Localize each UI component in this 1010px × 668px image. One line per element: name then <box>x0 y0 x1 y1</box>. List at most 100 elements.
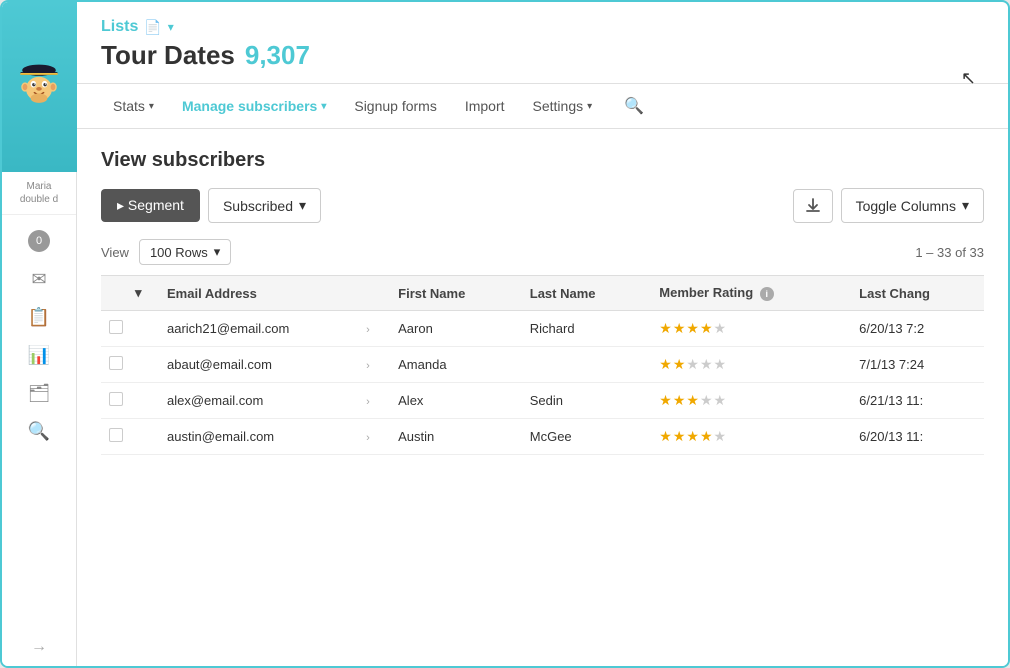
main-content: Lists 📄 ▾ Tour Dates 9,307 Stats ▾ Manag… <box>77 2 1008 666</box>
row-expand-arrow[interactable]: › <box>366 347 386 383</box>
rows-select[interactable]: 100 Rows ▾ <box>139 239 231 265</box>
rows-select-label: 100 Rows <box>150 245 208 260</box>
nav-item-stats[interactable]: Stats ▾ <box>101 84 166 128</box>
sidebar-item-document[interactable]: 📋 <box>17 299 61 335</box>
star-filled: ★ <box>659 392 672 409</box>
rating-col-label: Member Rating <box>659 285 753 300</box>
star-rating: ★★★★★ <box>659 320 835 337</box>
table-row[interactable]: austin@email.com›AustinMcGee★★★★★6/20/13… <box>101 419 984 455</box>
toggle-columns-button[interactable]: Toggle Columns ▾ <box>841 188 984 223</box>
star-rating: ★★★★★ <box>659 392 835 409</box>
subscribed-chevron: ▾ <box>299 197 306 214</box>
row-last-name: Richard <box>518 311 648 347</box>
star-rating: ★★★★★ <box>659 356 835 373</box>
row-email[interactable]: aarich21@email.com <box>155 311 366 347</box>
star-filled: ★ <box>673 392 686 409</box>
star-filled: ★ <box>673 428 686 445</box>
row-email[interactable]: alex@email.com <box>155 383 366 419</box>
download-icon <box>804 197 822 215</box>
expand-icon: › <box>366 432 370 444</box>
sidebar-item-card[interactable]: 🗂 <box>17 375 61 411</box>
star-filled: ★ <box>686 392 699 409</box>
th-rating[interactable]: Member Rating i <box>647 276 847 311</box>
row-expand-arrow[interactable]: › <box>366 419 386 455</box>
sidebar-bottom: → <box>31 628 47 666</box>
row-checkbox[interactable] <box>109 356 123 370</box>
th-sort-arrow[interactable]: ▾ <box>135 276 155 311</box>
search-icon: 🔍 <box>624 98 644 115</box>
table-header: ▾ Email Address First Name Last Nam <box>101 276 984 311</box>
star-filled: ★ <box>659 356 672 373</box>
row-last-name: Sedin <box>518 383 648 419</box>
content-area: View subscribers ▸ Segment Subscribed ▾ <box>77 129 1008 666</box>
subscribers-table: ▾ Email Address First Name Last Nam <box>101 275 984 455</box>
row-last-changed: 6/20/13 11: <box>847 419 984 455</box>
table-row[interactable]: alex@email.com›AlexSedin★★★★★6/21/13 11: <box>101 383 984 419</box>
settings-chevron: ▾ <box>587 101 592 112</box>
signup-forms-label: Signup forms <box>354 98 436 114</box>
sidebar-badge-item[interactable]: 0 <box>17 223 61 259</box>
th-first-name[interactable]: First Name <box>386 276 518 311</box>
sidebar-user: Maria double d <box>2 172 76 215</box>
star-rating: ★★★★★ <box>659 428 835 445</box>
breadcrumb-dropdown-arrow[interactable]: ▾ <box>168 20 174 34</box>
nav-item-signup-forms[interactable]: Signup forms <box>342 84 448 128</box>
row-last-name <box>518 347 648 383</box>
star-filled: ★ <box>673 320 686 337</box>
sidebar-item-chart[interactable]: 📊 <box>17 337 61 373</box>
row-checkbox[interactable] <box>109 392 123 406</box>
star-empty: ★ <box>714 428 727 445</box>
table-row[interactable]: aarich21@email.com›AaronRichard★★★★★6/20… <box>101 311 984 347</box>
row-email[interactable]: austin@email.com <box>155 419 366 455</box>
sidebar-item-envelope[interactable]: ✉ <box>17 261 61 297</box>
th-last-name[interactable]: Last Name <box>518 276 648 311</box>
th-email[interactable]: Email Address <box>155 276 366 311</box>
email-col-label: Email Address <box>167 286 257 301</box>
row-expand-arrow[interactable]: › <box>366 311 386 347</box>
toolbar-right: Toggle Columns ▾ <box>793 188 984 223</box>
last-changed-col-label: Last Chang <box>859 286 930 301</box>
row-checkbox[interactable] <box>109 428 123 442</box>
nav-item-settings[interactable]: Settings ▾ <box>521 84 605 128</box>
expand-icon: › <box>366 396 370 408</box>
star-empty: ★ <box>714 392 727 409</box>
view-row: View 100 Rows ▾ 1 – 33 of 33 <box>101 239 984 265</box>
sidebar-item-search[interactable]: 🔍 <box>17 413 61 449</box>
nav-item-manage-subscribers[interactable]: Manage subscribers ▾ <box>170 84 338 128</box>
star-filled: ★ <box>700 320 713 337</box>
row-rating: ★★★★★ <box>647 347 847 383</box>
subscribed-button[interactable]: Subscribed ▾ <box>208 188 321 223</box>
subscribed-label: Subscribed <box>223 198 293 214</box>
segment-button[interactable]: ▸ Segment <box>101 189 200 222</box>
star-empty: ★ <box>714 356 727 373</box>
nav-item-import[interactable]: Import <box>453 84 517 128</box>
row-checkbox-cell <box>101 311 135 347</box>
star-filled: ★ <box>700 428 713 445</box>
star-empty: ★ <box>686 356 699 373</box>
row-rating: ★★★★★ <box>647 311 847 347</box>
stats-label: Stats <box>113 98 145 114</box>
row-sort-cell <box>135 419 155 455</box>
sidebar-collapse-arrow[interactable]: → <box>31 638 47 656</box>
subscriber-count: 9,307 <box>245 40 310 71</box>
table-row[interactable]: abaut@email.com›Amanda★★★★★7/1/13 7:24 <box>101 347 984 383</box>
breadcrumb-lists-link[interactable]: Lists <box>101 18 138 36</box>
row-expand-arrow[interactable]: › <box>366 383 386 419</box>
breadcrumb: Lists 📄 ▾ <box>101 18 984 36</box>
document-icon: 📋 <box>28 307 50 328</box>
rating-info-icon[interactable]: i <box>760 287 774 301</box>
row-email[interactable]: abaut@email.com <box>155 347 366 383</box>
row-last-changed: 7/1/13 7:24 <box>847 347 984 383</box>
sidebar-username: Maria <box>6 180 72 193</box>
first-name-col-label: First Name <box>398 286 465 301</box>
row-sort-cell <box>135 383 155 419</box>
th-last-changed[interactable]: Last Chang <box>847 276 984 311</box>
download-button[interactable] <box>793 189 833 223</box>
star-filled: ★ <box>686 428 699 445</box>
page-title-row: Tour Dates 9,307 <box>101 40 984 71</box>
row-checkbox[interactable] <box>109 320 123 334</box>
nav-search-button[interactable]: 🔍 <box>616 86 652 126</box>
section-title: View subscribers <box>101 149 984 172</box>
toggle-columns-chevron: ▾ <box>962 197 969 214</box>
star-empty: ★ <box>700 392 713 409</box>
